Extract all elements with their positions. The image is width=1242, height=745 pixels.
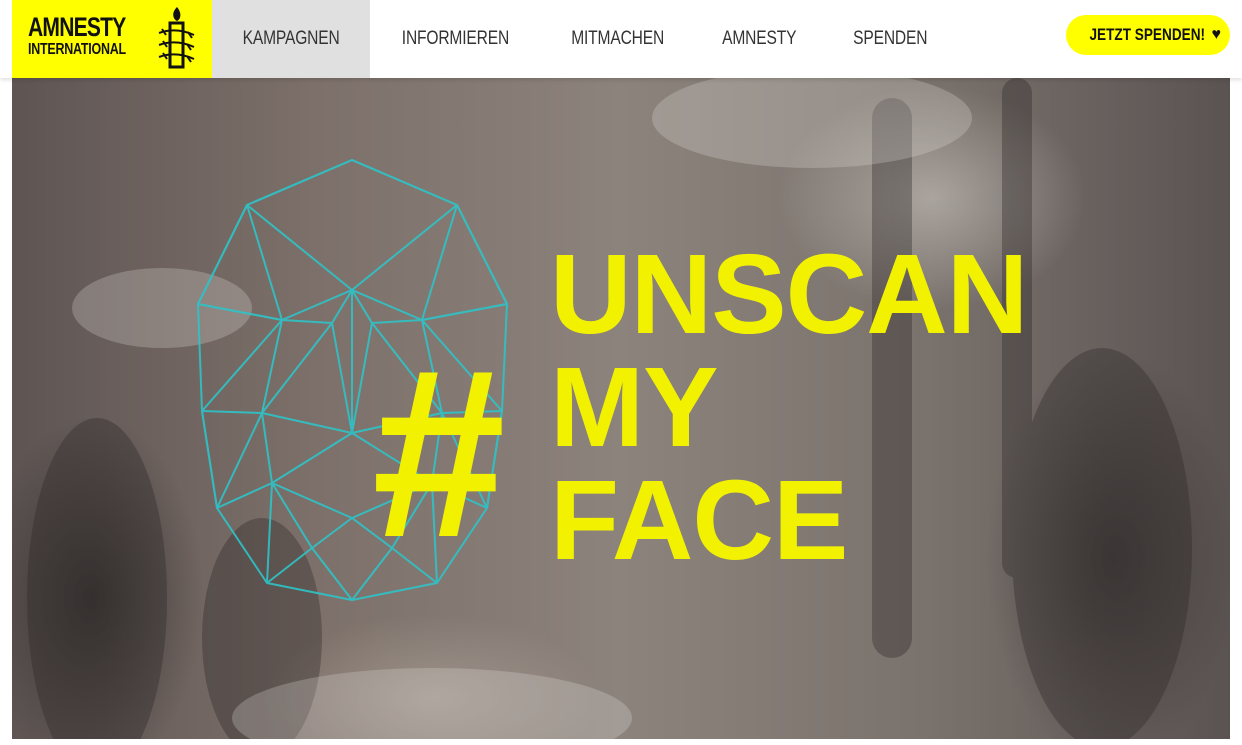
heart-icon: ♥ (1211, 26, 1222, 43)
headline-line-face: FACE (550, 457, 848, 583)
headline-line-my: MY (550, 344, 719, 470)
donate-button[interactable]: JETZT SPENDEN! ♥ (1066, 15, 1230, 55)
nav-item-mitmachen[interactable]: MITMACHEN (541, 0, 694, 78)
nav-item-spenden[interactable]: SPENDEN (825, 0, 955, 78)
donate-label: JETZT SPENDEN! (1089, 25, 1206, 44)
amnesty-logo[interactable]: AMNESTY INTERNATIONAL (12, 0, 212, 78)
nav-item-kampagnen[interactable]: KAMPAGNEN (212, 0, 371, 78)
nav-item-label: AMNESTY (722, 28, 797, 49)
nav-item-label: SPENDEN (852, 28, 928, 49)
hashtag-symbol: # (372, 319, 506, 587)
candle-barbed-wire-icon (158, 7, 195, 69)
logo-line-amnesty: AMNESTY (28, 12, 126, 42)
hero-banner[interactable]: # UNSCAN MY FACE (12, 78, 1230, 739)
nav-item-amnesty[interactable]: AMNESTY (694, 0, 824, 78)
nav-item-informieren[interactable]: INFORMIEREN (370, 0, 541, 78)
nav-item-label: MITMACHEN (571, 28, 665, 49)
hero-headline: UNSCAN MY FACE (550, 231, 1028, 583)
nav-item-label: KAMPAGNEN (242, 28, 340, 49)
headline-line-unscan: UNSCAN (550, 231, 1028, 357)
logo-wordmark: AMNESTY INTERNATIONAL (28, 14, 154, 58)
logo-line-international: INTERNATIONAL (28, 41, 126, 58)
site-header: AMNESTY INTERNATIONAL KAMPAGNEN INFORMIE… (0, 0, 1242, 78)
main-nav: KAMPAGNEN INFORMIEREN MITMACHEN AMNESTY … (212, 0, 955, 78)
nav-item-label: INFORMIEREN (401, 28, 510, 49)
